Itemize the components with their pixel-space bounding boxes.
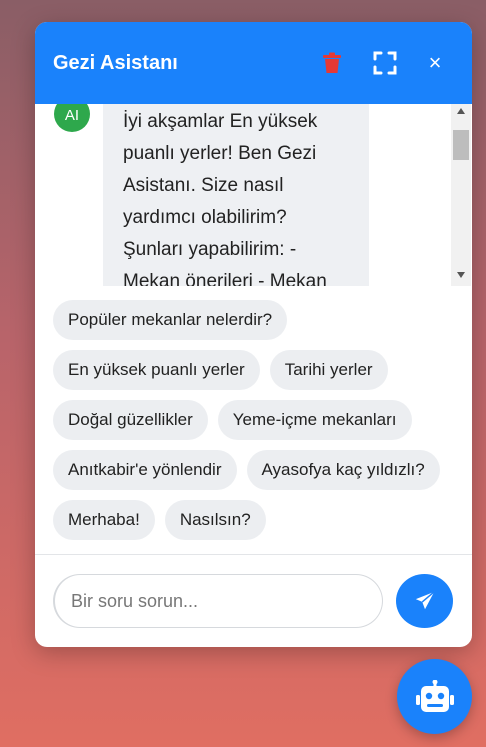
suggestion-chip[interactable]: En yüksek puanlı yerler	[53, 350, 260, 390]
suggestion-chip[interactable]: Nasılsın?	[164, 500, 266, 540]
chat-window: Gezi Asistanı × AI İyi akşamlar En yükse…	[35, 22, 472, 647]
suggestion-chip[interactable]: Popüler mekanlar nelerdir?	[53, 300, 288, 340]
send-icon	[415, 591, 435, 610]
close-icon: ×	[428, 50, 442, 75]
suggestion-chip[interactable]: Doğal güzellikler	[53, 400, 208, 440]
suggestion-chip[interactable]: Yeme-içme mekanları	[217, 400, 412, 440]
scroll-up-arrow-icon[interactable]	[457, 108, 465, 114]
chip-row: Anıtkabir'e yönlendir Ayasofya kaç yıldı…	[53, 450, 463, 490]
message-input[interactable]	[53, 574, 383, 628]
expand-icon	[373, 51, 397, 75]
chip-row: Merhaba! Nasılsın?	[53, 500, 463, 540]
ai-avatar: AI	[54, 104, 90, 132]
suggestion-chips: Popüler mekanlar nelerdir? En yüksek pua…	[53, 300, 463, 550]
send-button[interactable]	[396, 574, 453, 628]
suggestion-chip[interactable]: Anıtkabir'e yönlendir	[53, 450, 237, 490]
assistant-message: İyi akşamlar En yüksek puanlı yerler! Be…	[103, 104, 369, 286]
chat-header: Gezi Asistanı ×	[35, 22, 472, 104]
divider	[35, 554, 472, 555]
trash-icon	[323, 52, 341, 73]
chip-row: En yüksek puanlı yerler Tarihi yerler	[53, 350, 463, 390]
scroll-thumb[interactable]	[453, 130, 469, 160]
clear-chat-button[interactable]	[319, 22, 345, 104]
chip-row: Popüler mekanlar nelerdir?	[53, 300, 463, 340]
suggestion-chip[interactable]: Merhaba!	[53, 500, 155, 540]
chip-row: Doğal güzellikler Yeme-içme mekanları	[53, 400, 463, 440]
chatbot-toggle-button[interactable]	[397, 659, 472, 734]
suggestion-chip[interactable]: Ayasofya kaç yıldızlı?	[246, 450, 440, 490]
message-list[interactable]: AI İyi akşamlar En yüksek puanlı yerler!…	[35, 104, 472, 286]
fullscreen-button[interactable]	[370, 22, 400, 104]
robot-icon	[415, 679, 454, 712]
scroll-down-arrow-icon[interactable]	[457, 272, 465, 278]
suggestion-chip[interactable]: Tarihi yerler	[269, 350, 388, 390]
chat-title: Gezi Asistanı	[53, 51, 178, 74]
close-button[interactable]: ×	[423, 22, 447, 104]
scrollbar[interactable]	[451, 104, 471, 286]
